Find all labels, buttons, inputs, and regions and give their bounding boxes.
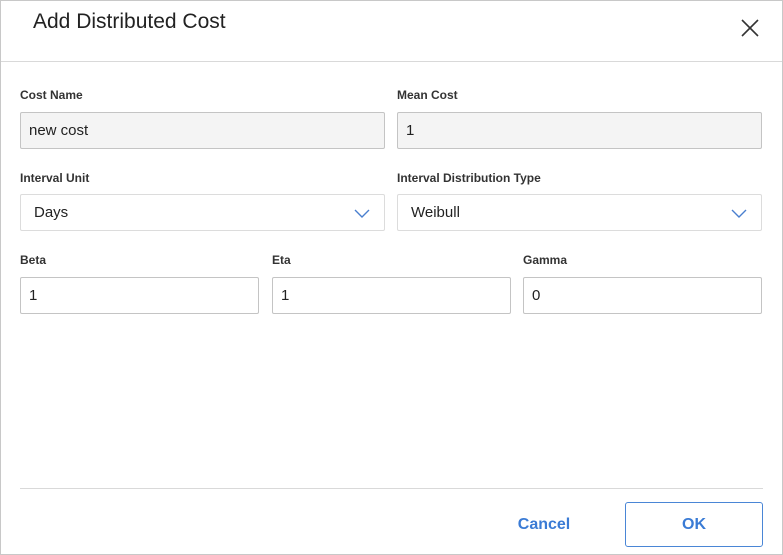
interval-unit-select[interactable]: Days bbox=[20, 194, 385, 231]
mean-cost-label: Mean Cost bbox=[397, 88, 458, 102]
eta-input[interactable] bbox=[272, 277, 511, 314]
chevron-down-icon bbox=[354, 209, 370, 218]
dialog-header: Add Distributed Cost bbox=[1, 1, 782, 62]
close-button[interactable] bbox=[737, 15, 763, 41]
cost-name-input[interactable] bbox=[20, 112, 385, 149]
gamma-label: Gamma bbox=[523, 253, 568, 267]
chevron-down-icon bbox=[731, 209, 747, 218]
dialog-title: Add Distributed Cost bbox=[33, 10, 226, 33]
add-distributed-cost-dialog: Add Distributed Cost Cost Name Mean Cost… bbox=[0, 0, 783, 555]
ok-button[interactable]: OK bbox=[625, 502, 763, 547]
mean-cost-input[interactable] bbox=[397, 112, 762, 149]
footer-divider bbox=[20, 488, 763, 489]
gamma-input[interactable] bbox=[523, 277, 762, 314]
beta-input[interactable] bbox=[20, 277, 259, 314]
cancel-button[interactable]: Cancel bbox=[497, 502, 591, 547]
beta-label: Beta bbox=[20, 253, 47, 267]
eta-label: Eta bbox=[272, 253, 291, 267]
cost-name-label: Cost Name bbox=[20, 88, 83, 102]
interval-unit-label: Interval Unit bbox=[20, 171, 90, 185]
close-icon bbox=[741, 19, 759, 37]
interval-distribution-type-select[interactable]: Weibull bbox=[397, 194, 762, 231]
interval-unit-value: Days bbox=[34, 204, 69, 221]
interval-distribution-type-value: Weibull bbox=[411, 204, 460, 221]
interval-distribution-type-label: Interval Distribution Type bbox=[397, 171, 541, 185]
